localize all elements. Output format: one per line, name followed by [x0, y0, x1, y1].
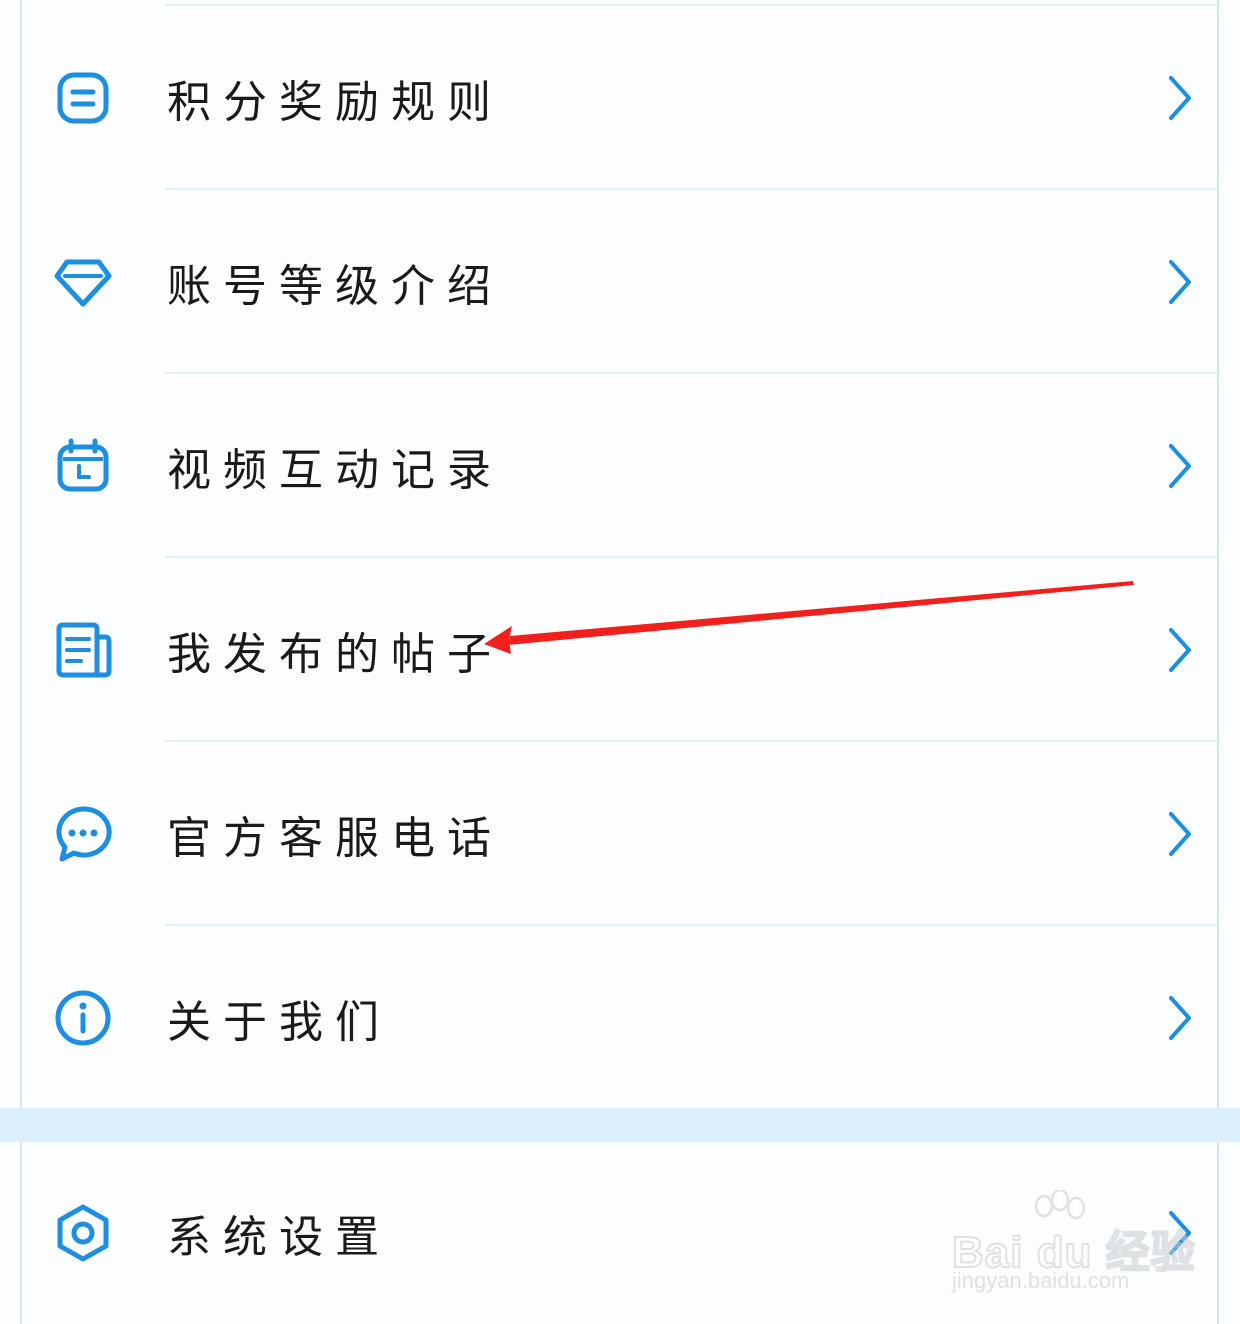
- chevron-right-icon: [1169, 260, 1191, 304]
- document-lines-icon: [52, 67, 114, 129]
- menu-item-customer-service[interactable]: 官方客服电话: [22, 742, 1217, 926]
- menu-item-system-settings[interactable]: 系统设置: [22, 1142, 1217, 1324]
- menu-item-about-us[interactable]: 关于我们: [22, 926, 1217, 1110]
- menu-item-label: 视频互动记录: [167, 445, 503, 496]
- chevron-right-icon: [1169, 444, 1191, 488]
- chevron-right-icon: [1169, 1211, 1191, 1255]
- section-separator: [0, 1108, 1240, 1142]
- menu-item-label: 积分奖励规则: [167, 77, 503, 128]
- diamond-icon: [52, 251, 114, 313]
- chat-bubble-icon: [52, 803, 114, 865]
- menu-item-label: 我发布的帖子: [167, 629, 503, 680]
- chevron-right-icon: [1169, 628, 1191, 672]
- menu-item-video-interaction[interactable]: 视频互动记录: [22, 374, 1217, 558]
- menu-item-label: 关于我们: [167, 997, 391, 1048]
- chevron-right-icon: [1169, 812, 1191, 856]
- chevron-right-icon: [1169, 76, 1191, 120]
- menu-item-my-posts[interactable]: 我发布的帖子: [22, 558, 1217, 742]
- menu-item-label: 系统设置: [167, 1212, 391, 1263]
- info-icon: [52, 987, 114, 1049]
- posts-list-icon: [52, 619, 114, 681]
- menu-item-label: 账号等级介绍: [167, 261, 503, 312]
- menu-item-label: 官方客服电话: [167, 813, 503, 864]
- menu-group-main: 积分奖励规则 账号等级介绍 视频互动记录 我发布的帖子 官方客服电话 关于我们: [22, 0, 1217, 1108]
- chevron-right-icon: [1169, 996, 1191, 1040]
- calendar-clock-icon: [52, 435, 114, 497]
- menu-item-points-rules[interactable]: 积分奖励规则: [22, 6, 1217, 190]
- hexagon-settings-icon: [52, 1202, 114, 1264]
- menu-group-settings: 系统设置: [22, 1142, 1217, 1324]
- menu-item-account-level[interactable]: 账号等级介绍: [22, 190, 1217, 374]
